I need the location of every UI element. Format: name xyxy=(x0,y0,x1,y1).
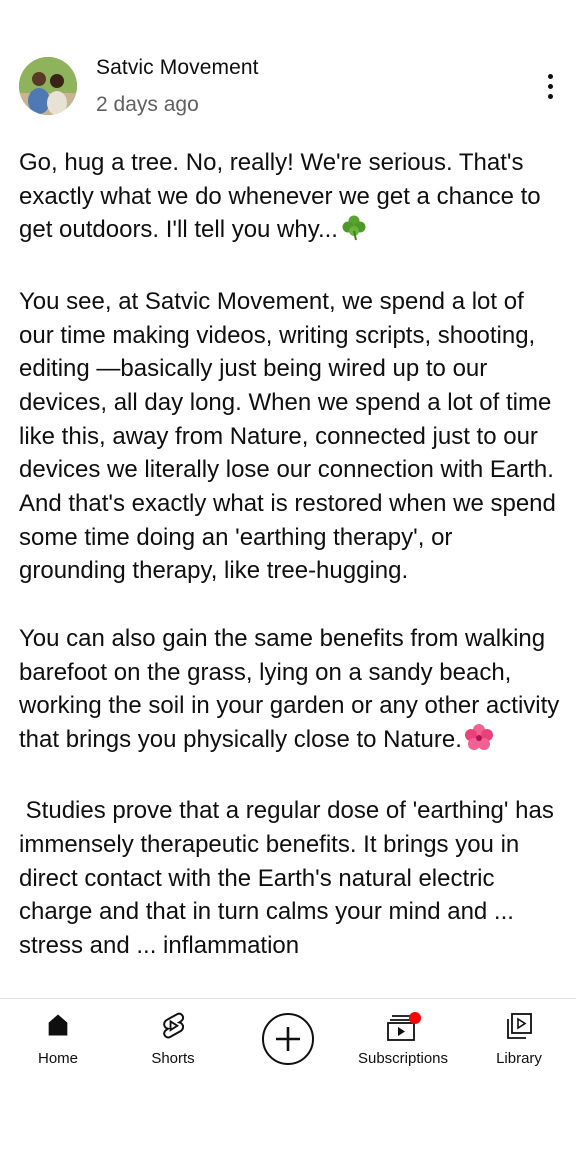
avatar-photo xyxy=(19,57,77,115)
channel-avatar[interactable] xyxy=(19,57,77,115)
hibiscus-emoji-icon xyxy=(464,723,494,761)
shorts-icon xyxy=(163,1012,185,1039)
notification-dot xyxy=(409,1012,421,1024)
more-options-icon-dot xyxy=(547,83,553,89)
nav-subscriptions-label: Subscriptions xyxy=(357,1050,449,1067)
more-options-icon-dot xyxy=(547,93,553,99)
nav-shorts[interactable]: Shorts xyxy=(134,999,212,1081)
nav-subscriptions[interactable]: Subscriptions xyxy=(350,999,456,1081)
post-paragraph: You can also gain the same benefits from… xyxy=(19,622,564,761)
nav-shorts-label: Shorts xyxy=(151,1050,195,1067)
post-text: Go, hug a tree. No, really! We're seriou… xyxy=(19,146,564,998)
nav-library[interactable]: Library xyxy=(486,999,552,1081)
more-options-button[interactable] xyxy=(530,64,570,108)
post-header: Satvic Movement 2 days ago xyxy=(0,0,576,140)
nav-home[interactable]: Home xyxy=(20,999,96,1081)
library-icon xyxy=(507,1013,532,1039)
home-icon xyxy=(48,1014,68,1036)
create-button[interactable] xyxy=(262,1013,314,1065)
nav-library-label: Library xyxy=(496,1050,542,1067)
bottom-navigation-bar: Home Shorts Subscriptions Library xyxy=(0,998,576,1080)
post-paragraph: You see, at Satvic Movement, we spend a … xyxy=(19,287,563,585)
post-paragraph: Go, hug a tree. No, really! We're seriou… xyxy=(19,146,564,251)
nav-home-label: Home xyxy=(37,1050,78,1067)
clover-emoji-icon xyxy=(340,213,368,251)
channel-name[interactable]: Satvic Movement xyxy=(96,56,259,80)
post-paragraph: Studies prove that a regular dose of 'ea… xyxy=(19,797,561,960)
plus-icon xyxy=(276,1027,300,1051)
more-options-icon xyxy=(547,73,553,79)
post-timestamp: 2 days ago xyxy=(96,93,199,116)
post-paragraph-text: Go, hug a tree. No, really! We're seriou… xyxy=(19,149,548,244)
